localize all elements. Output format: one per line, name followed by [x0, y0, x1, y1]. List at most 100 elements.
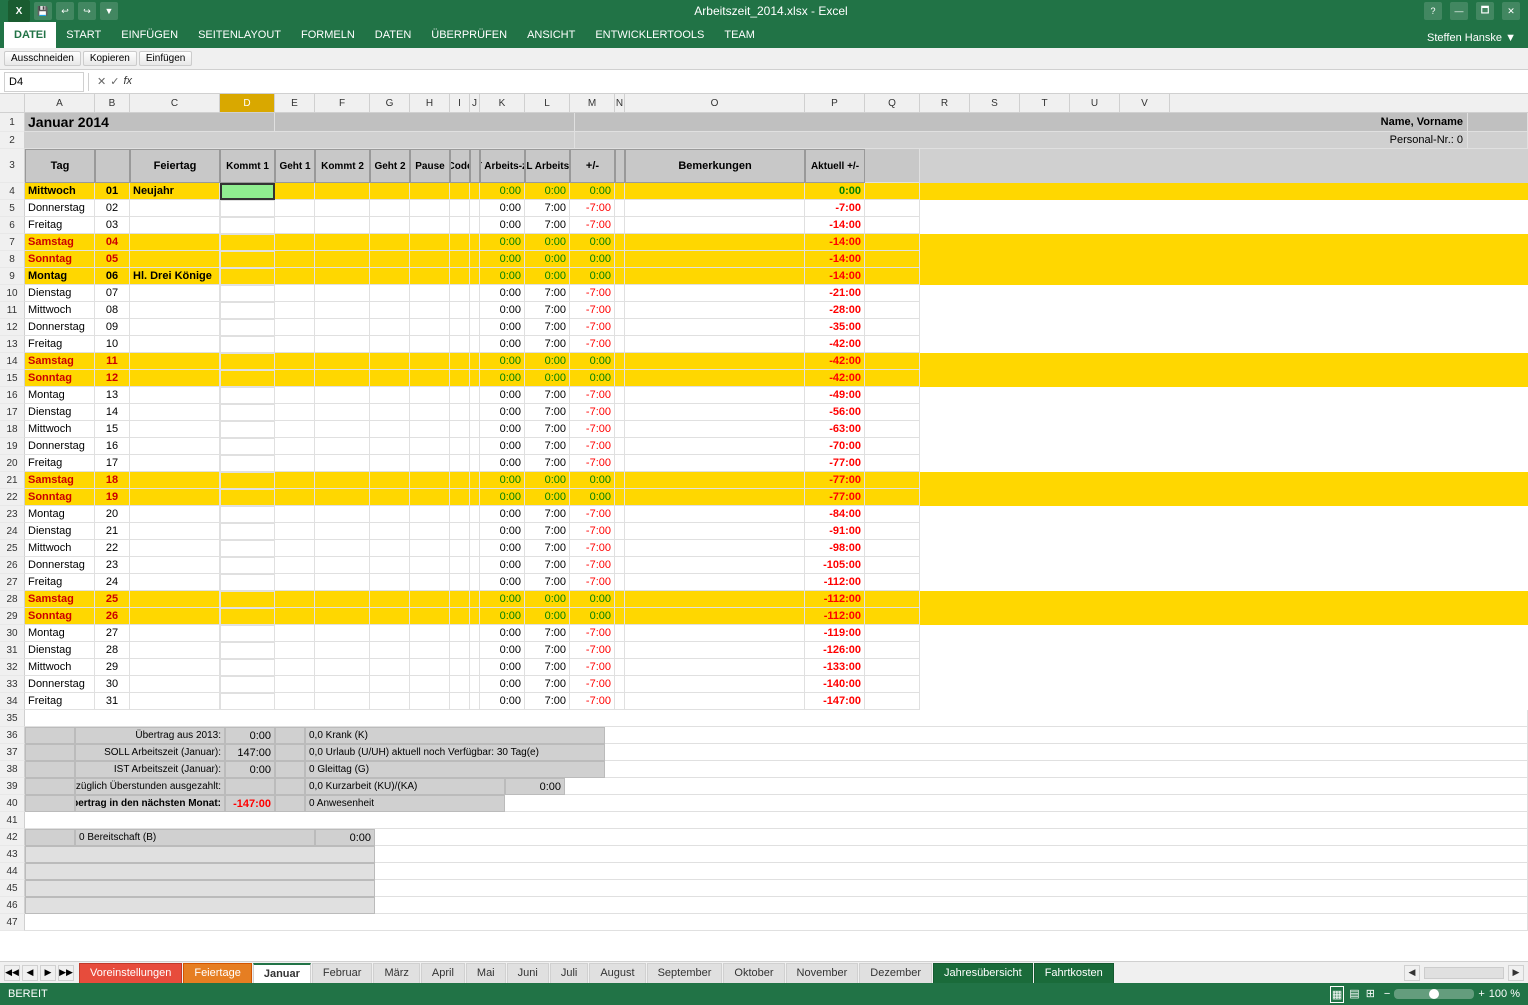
cell-soll-10[interactable]: 7:00	[525, 285, 570, 302]
cell-geht1-23[interactable]	[275, 506, 315, 523]
cell-aktuell-16[interactable]: -49:00	[805, 387, 865, 404]
cell-code-25[interactable]	[450, 540, 470, 557]
sheet-tab-juni[interactable]: Juni	[507, 963, 549, 983]
cell-q-14[interactable]	[865, 353, 920, 370]
cell-soll-26[interactable]: 7:00	[525, 557, 570, 574]
cell-geht1-31[interactable]	[275, 642, 315, 659]
cell-geht1-11[interactable]	[275, 302, 315, 319]
cell-geht2-25[interactable]	[370, 540, 410, 557]
cell-j-32[interactable]	[470, 659, 480, 676]
cell-geht2-24[interactable]	[370, 523, 410, 540]
cell-soll-6[interactable]: 7:00	[525, 217, 570, 234]
col-s[interactable]: S	[970, 94, 1020, 112]
cell-geht1-15[interactable]	[275, 370, 315, 387]
cell-aktuell-13[interactable]: -42:00	[805, 336, 865, 353]
cell-n-18[interactable]	[615, 421, 625, 438]
col-n[interactable]: N	[615, 94, 625, 112]
sheet-tab-feiertage[interactable]: Feiertage	[183, 963, 251, 983]
cell-day-10[interactable]: Dienstag	[25, 285, 95, 302]
cell-kommt1-24[interactable]	[220, 523, 275, 540]
cell-q-8[interactable]	[865, 251, 920, 268]
cell-num-21[interactable]: 18	[95, 472, 130, 489]
cell-n-8[interactable]	[615, 251, 625, 268]
cell-geht1-21[interactable]	[275, 472, 315, 489]
col-a[interactable]: A	[25, 94, 95, 112]
cell-q-13[interactable]	[865, 336, 920, 353]
cell-code-31[interactable]	[450, 642, 470, 659]
cell-n-29[interactable]	[615, 608, 625, 625]
cell-code-7[interactable]	[450, 234, 470, 251]
cell-n-11[interactable]	[615, 302, 625, 319]
cell-code-29[interactable]	[450, 608, 470, 625]
cell-pause-16[interactable]	[410, 387, 450, 404]
normal-view-icon[interactable]: ▦	[1330, 986, 1344, 1003]
col-p[interactable]: P	[805, 94, 865, 112]
ribbon-btn-1[interactable]: Ausschneiden	[4, 51, 81, 66]
cell-aktuell-10[interactable]: -21:00	[805, 285, 865, 302]
col-e[interactable]: E	[275, 94, 315, 112]
cell-feiertag-30[interactable]	[130, 625, 220, 642]
cell-num-16[interactable]: 13	[95, 387, 130, 404]
cell-soll-14[interactable]: 0:00	[525, 353, 570, 370]
cell-kommt2-28[interactable]	[315, 591, 370, 608]
cell-kommt1-28[interactable]	[220, 591, 275, 608]
cell-feiertag-28[interactable]	[130, 591, 220, 608]
cell-j-33[interactable]	[470, 676, 480, 693]
tab-daten[interactable]: DATEN	[365, 22, 421, 48]
cell-pause-8[interactable]	[410, 251, 450, 268]
cell-soll-25[interactable]: 7:00	[525, 540, 570, 557]
cell-n-32[interactable]	[615, 659, 625, 676]
cell-pm-34[interactable]: -7:00	[570, 693, 615, 710]
cell-j-16[interactable]	[470, 387, 480, 404]
cell-q-4[interactable]	[865, 183, 920, 200]
cell-pause-13[interactable]	[410, 336, 450, 353]
cell-pm-13[interactable]: -7:00	[570, 336, 615, 353]
cell-n-12[interactable]	[615, 319, 625, 336]
col-j[interactable]: J	[470, 94, 480, 112]
cell-soll-32[interactable]: 7:00	[525, 659, 570, 676]
cell-feiertag-6[interactable]	[130, 217, 220, 234]
cell-n-24[interactable]	[615, 523, 625, 540]
cell-pm-27[interactable]: -7:00	[570, 574, 615, 591]
cell-q-21[interactable]	[865, 472, 920, 489]
cell-pm-33[interactable]: -7:00	[570, 676, 615, 693]
cell-day-23[interactable]: Montag	[25, 506, 95, 523]
cell-n-5[interactable]	[615, 200, 625, 217]
cell-pm-7[interactable]: 0:00	[570, 234, 615, 251]
cell-j-17[interactable]	[470, 404, 480, 421]
cell-kommt2-5[interactable]	[315, 200, 370, 217]
qat-dropdown-icon[interactable]: ▼	[100, 2, 118, 20]
cell-j-23[interactable]	[470, 506, 480, 523]
cell-n-10[interactable]	[615, 285, 625, 302]
cell-num-32[interactable]: 29	[95, 659, 130, 676]
cell-aktuell-6[interactable]: -14:00	[805, 217, 865, 234]
cell-geht1-22[interactable]	[275, 489, 315, 506]
cell-aktuell-15[interactable]: -42:00	[805, 370, 865, 387]
cell-kommt1-7[interactable]	[220, 234, 275, 251]
cell-bem-20[interactable]	[625, 455, 805, 472]
cell-pause-5[interactable]	[410, 200, 450, 217]
cell-n-21[interactable]	[615, 472, 625, 489]
cell-kommt2-4[interactable]	[315, 183, 370, 200]
cell-day-19[interactable]: Donnerstag	[25, 438, 95, 455]
cell-kommt2-20[interactable]	[315, 455, 370, 472]
sheet-tab-voreinstellungen[interactable]: Voreinstellungen	[79, 963, 182, 983]
tab-ansicht[interactable]: ANSICHT	[517, 22, 585, 48]
cell-q-27[interactable]	[865, 574, 920, 591]
cell-num-5[interactable]: 02	[95, 200, 130, 217]
cell-ist-6[interactable]: 0:00	[480, 217, 525, 234]
cell-geht1-32[interactable]	[275, 659, 315, 676]
cell-n-15[interactable]	[615, 370, 625, 387]
cell-pm-21[interactable]: 0:00	[570, 472, 615, 489]
cell-kommt2-34[interactable]	[315, 693, 370, 710]
cell-day-11[interactable]: Mittwoch	[25, 302, 95, 319]
cell-ist-24[interactable]: 0:00	[480, 523, 525, 540]
cell-j-29[interactable]	[470, 608, 480, 625]
ribbon-btn-2[interactable]: Kopieren	[83, 51, 137, 66]
cell-pm-18[interactable]: -7:00	[570, 421, 615, 438]
cell-n-34[interactable]	[615, 693, 625, 710]
cell-day-17[interactable]: Dienstag	[25, 404, 95, 421]
cell-soll-24[interactable]: 7:00	[525, 523, 570, 540]
cell-feiertag-8[interactable]	[130, 251, 220, 268]
cell-ist-30[interactable]: 0:00	[480, 625, 525, 642]
